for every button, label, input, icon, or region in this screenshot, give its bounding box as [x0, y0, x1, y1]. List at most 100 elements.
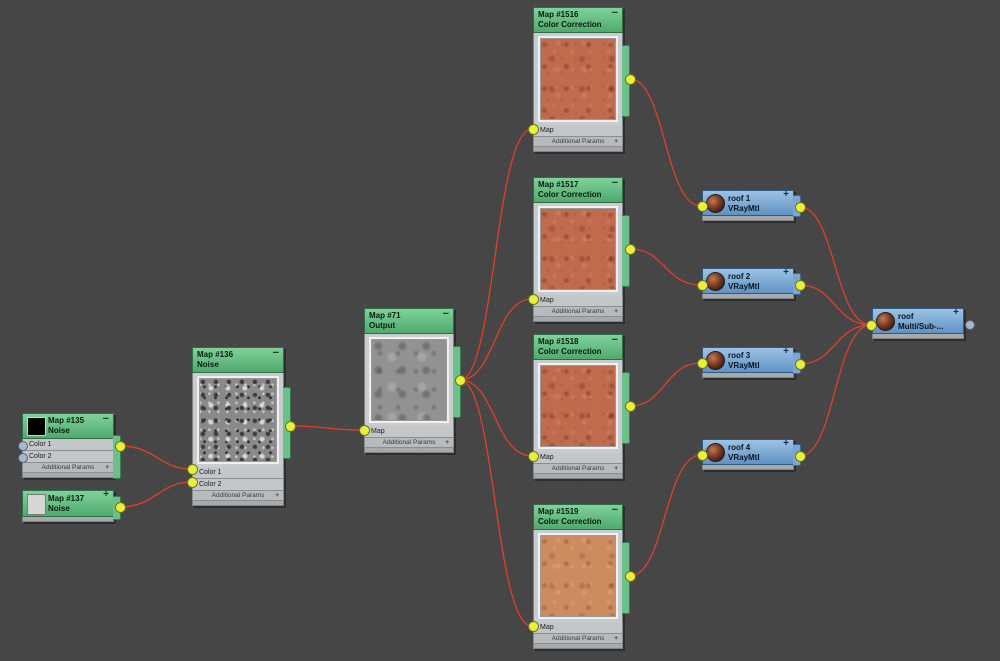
- wire-map71-to-map1516[interactable]: [459, 128, 533, 381]
- output-socket[interactable]: [115, 441, 126, 452]
- input-socket[interactable]: [697, 358, 708, 369]
- slot-map[interactable]: Map: [533, 125, 623, 137]
- additional-params[interactable]: Additional Params +: [533, 464, 623, 474]
- node-header[interactable]: Map #137 Noise +: [22, 490, 114, 517]
- collapse-icon[interactable]: −: [612, 505, 618, 516]
- collapse-icon[interactable]: −: [103, 414, 109, 425]
- node-map1518[interactable]: Map #1518 Color Correction − Map Additio…: [533, 334, 630, 479]
- expand-icon[interactable]: +: [614, 634, 618, 643]
- input-socket-map[interactable]: [359, 425, 370, 436]
- node-map136[interactable]: Map #136 Noise − Color 1 Color 2 Additio…: [192, 347, 291, 506]
- additional-params[interactable]: Additional Params +: [533, 634, 623, 644]
- output-socket[interactable]: [795, 359, 806, 370]
- additional-params[interactable]: Additional Params +: [192, 491, 284, 501]
- node-header[interactable]: roof 2 VRayMtl +: [702, 268, 794, 294]
- wire-map1516-to-roof1[interactable]: [629, 78, 702, 207]
- input-socket[interactable]: [866, 320, 877, 331]
- wire-map71-to-map1518[interactable]: [459, 379, 533, 457]
- node-header[interactable]: roof 4 VRayMtl +: [702, 439, 794, 465]
- input-socket[interactable]: [697, 280, 708, 291]
- expand-icon[interactable]: +: [445, 438, 449, 447]
- node-roof1[interactable]: roof 1 VRayMtl +: [702, 190, 801, 221]
- slot-color-1[interactable]: Color 1: [192, 467, 284, 479]
- node-map1519[interactable]: Map #1519 Color Correction − Map Additio…: [533, 504, 630, 649]
- input-socket-color1[interactable]: [187, 464, 198, 475]
- wire-roof3-to-roof[interactable]: [799, 324, 872, 365]
- node-header[interactable]: Map #135 Noise −: [22, 413, 114, 439]
- output-socket[interactable]: [795, 451, 806, 462]
- node-map137[interactable]: Map #137 Noise +: [22, 490, 121, 522]
- expand-icon[interactable]: +: [105, 463, 109, 472]
- input-socket-color2[interactable]: [18, 453, 28, 463]
- node-map1517[interactable]: Map #1517 Color Correction − Map Additio…: [533, 177, 630, 322]
- node-header[interactable]: roof 1 VRayMtl +: [702, 190, 794, 216]
- expand-icon[interactable]: +: [614, 307, 618, 316]
- slot-color-2[interactable]: Color 2: [22, 451, 114, 463]
- collapse-icon[interactable]: −: [612, 178, 618, 189]
- collapse-icon[interactable]: −: [443, 309, 449, 320]
- wire-map135-to-map136-color1[interactable]: [119, 445, 192, 470]
- input-socket-color2[interactable]: [187, 477, 198, 488]
- node-roof3[interactable]: roof 3 VRayMtl +: [702, 347, 801, 378]
- wire-map137-to-map136-color2[interactable]: [119, 481, 192, 508]
- output-socket[interactable]: [965, 320, 975, 330]
- slot-map[interactable]: Map: [533, 295, 623, 307]
- output-socket[interactable]: [625, 401, 636, 412]
- expand-icon[interactable]: +: [783, 439, 789, 449]
- output-socket[interactable]: [285, 421, 296, 432]
- node-header[interactable]: Map #1519 Color Correction −: [533, 504, 623, 530]
- input-socket[interactable]: [697, 450, 708, 461]
- slot-map[interactable]: Map: [364, 426, 454, 438]
- expand-icon[interactable]: +: [783, 347, 789, 357]
- slot-color-2[interactable]: Color 2: [192, 479, 284, 491]
- node-roof4[interactable]: roof 4 VRayMtl +: [702, 439, 801, 470]
- node-header[interactable]: Map #1518 Color Correction −: [533, 334, 623, 360]
- node-roof-multisub[interactable]: roof Multi/Sub-... +: [872, 308, 964, 339]
- expand-icon[interactable]: +: [783, 190, 789, 200]
- wire-roof1-to-roof[interactable]: [799, 206, 872, 326]
- output-socket[interactable]: [795, 202, 806, 213]
- wire-roof4-to-roof[interactable]: [799, 324, 872, 457]
- node-header[interactable]: Map #136 Noise −: [192, 347, 284, 373]
- wire-map1519-to-roof4[interactable]: [629, 454, 702, 577]
- additional-params[interactable]: Additional Params +: [533, 137, 623, 147]
- input-socket[interactable]: [697, 201, 708, 212]
- node-header[interactable]: Map #1516 Color Correction −: [533, 7, 623, 33]
- node-map135[interactable]: Map #135 Noise − Color 1 Color 2 Additio…: [22, 413, 121, 479]
- wire-map1518-to-roof3[interactable]: [629, 362, 702, 407]
- wire-map71-to-map1517[interactable]: [459, 298, 533, 381]
- input-socket-map[interactable]: [528, 294, 539, 305]
- additional-params[interactable]: Additional Params +: [22, 463, 114, 473]
- expand-icon[interactable]: +: [614, 464, 618, 473]
- node-header[interactable]: Map #71 Output −: [364, 308, 454, 334]
- node-roof2[interactable]: roof 2 VRayMtl +: [702, 268, 801, 299]
- slot-color-1[interactable]: Color 1: [22, 439, 114, 451]
- collapse-icon[interactable]: −: [612, 8, 618, 19]
- node-map71[interactable]: Map #71 Output − Map Additional Params +: [364, 308, 461, 453]
- input-socket-map[interactable]: [528, 621, 539, 632]
- output-socket[interactable]: [115, 502, 126, 513]
- input-socket-map[interactable]: [528, 124, 539, 135]
- node-header[interactable]: Map #1517 Color Correction −: [533, 177, 623, 203]
- output-socket[interactable]: [625, 571, 636, 582]
- slot-map[interactable]: Map: [533, 622, 623, 634]
- output-socket[interactable]: [455, 375, 466, 386]
- collapse-icon[interactable]: −: [612, 335, 618, 346]
- node-map1516[interactable]: Map #1516 Color Correction − Map Additio…: [533, 7, 630, 152]
- slot-map[interactable]: Map: [533, 452, 623, 464]
- output-socket[interactable]: [795, 280, 806, 291]
- wire-map1517-to-roof2[interactable]: [629, 248, 702, 286]
- expand-icon[interactable]: +: [275, 491, 279, 500]
- output-socket[interactable]: [625, 244, 636, 255]
- node-header[interactable]: roof 3 VRayMtl +: [702, 347, 794, 373]
- collapse-icon[interactable]: −: [273, 348, 279, 359]
- expand-icon[interactable]: +: [953, 308, 959, 318]
- expand-icon[interactable]: +: [783, 268, 789, 278]
- output-socket[interactable]: [625, 74, 636, 85]
- additional-params[interactable]: Additional Params +: [364, 438, 454, 448]
- expand-icon[interactable]: +: [614, 137, 618, 146]
- wire-map71-to-map1519[interactable]: [459, 379, 533, 627]
- wire-roof2-to-roof[interactable]: [799, 284, 872, 326]
- expand-icon[interactable]: +: [103, 490, 109, 500]
- additional-params[interactable]: Additional Params +: [533, 307, 623, 317]
